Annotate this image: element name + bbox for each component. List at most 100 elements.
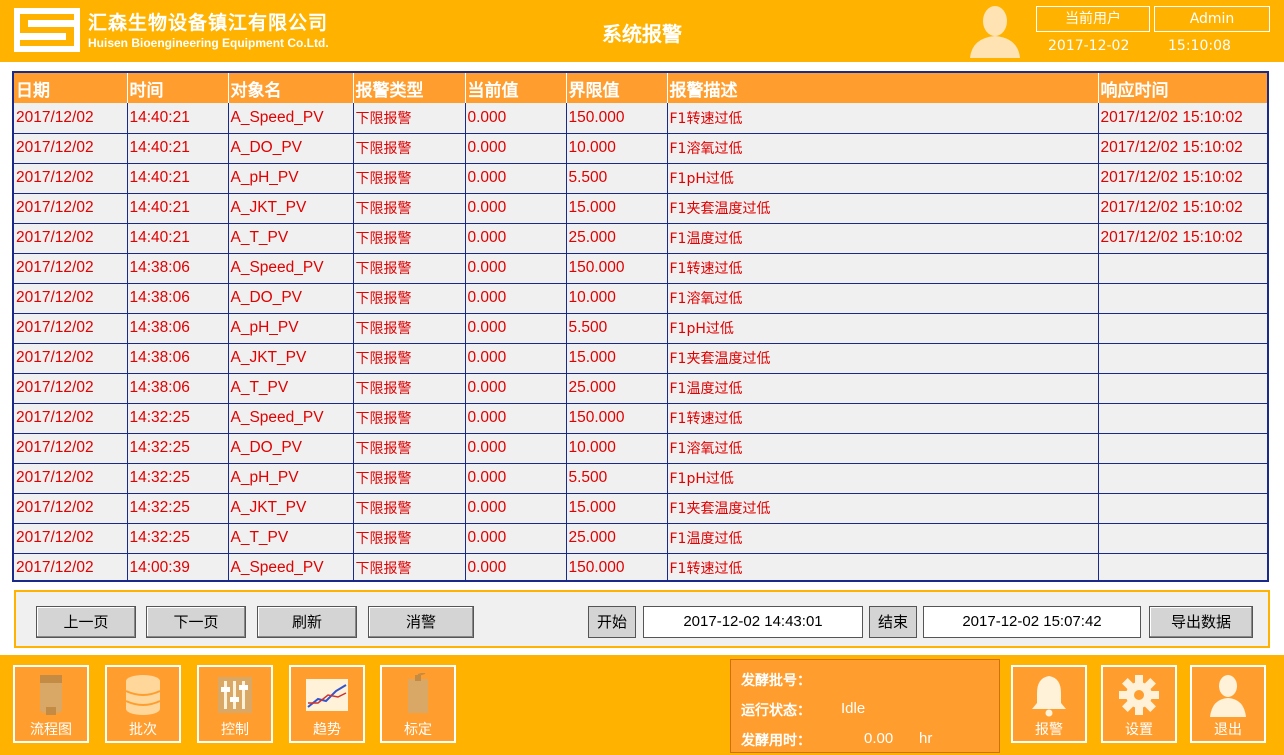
cell-description: F1pH过低 [667, 163, 1099, 194]
table-row[interactable]: 2017/12/02 14:40:21 A_Speed_PV 下限报警 0.000 150… [14, 103, 1267, 134]
end-time-field[interactable]: 2017-12-02 15:07:42 [923, 606, 1141, 638]
alarm-button[interactable]: 报警 [1011, 665, 1087, 743]
cell-limit-value: 25.000 [566, 523, 668, 554]
cell-limit-value: 5.500 [566, 313, 668, 344]
table-row[interactable]: 2017/12/02 14:32:25 A_T_PV 下限报警 0.000 25.000 F… [14, 523, 1267, 554]
cell-limit-value: 10.000 [566, 283, 668, 314]
page-title: 系统报警 [602, 22, 682, 46]
nav-label-batch: 批次 [129, 722, 157, 738]
table-row[interactable]: 2017/12/02 14:40:21 A_T_PV 下限报警 0.000 25.000 F… [14, 223, 1267, 254]
column-header-object[interactable]: 对象名 [228, 73, 354, 103]
cell-description: F1溶氧过低 [667, 283, 1099, 314]
table-row[interactable]: 2017/12/02 14:32:25 A_JKT_PV 下限报警 0.000 15.00… [14, 493, 1267, 524]
cell-alarm-type: 下限报警 [353, 493, 466, 524]
fermentation-time-label: 发酵用时： [741, 733, 811, 749]
footer-bar: 流程图 批次 控制 趋势 标定 发酵批号： 运行状态： Idle 发酵用时： 0… [0, 655, 1284, 755]
cell-alarm-type: 下限报警 [353, 163, 466, 194]
cell-date: 2017/12/02 [14, 523, 128, 554]
user-exit-icon [1210, 675, 1246, 717]
cell-limit-value: 15.000 [566, 343, 668, 374]
cell-description: F1转速过低 [667, 553, 1099, 580]
company-name-cn: 汇森生物设备镇江有限公司 [88, 12, 329, 34]
cell-limit-value: 25.000 [566, 373, 668, 404]
fermentation-time-value: 0.00 [864, 730, 894, 747]
header-date: 2017-12-02 [1048, 38, 1130, 54]
cell-date: 2017/12/02 [14, 373, 128, 404]
cell-current-value: 0.000 [465, 433, 567, 464]
table-header-row: 日期 时间 对象名 报警类型 当前值 界限值 报警描述 响应时间 [14, 73, 1267, 103]
next-page-button[interactable]: 下一页 [146, 606, 246, 638]
run-status-value: Idle [841, 700, 866, 717]
cell-object: A_T_PV [228, 373, 354, 404]
trend-chart-icon [306, 679, 348, 711]
cell-object: A_Speed_PV [228, 403, 354, 434]
cell-object: A_pH_PV [228, 463, 354, 494]
cell-response-time [1098, 313, 1267, 344]
cell-alarm-type: 下限报警 [353, 403, 466, 434]
cell-object: A_pH_PV [228, 163, 354, 194]
cell-object: A_pH_PV [228, 313, 354, 344]
table-row[interactable]: 2017/12/02 14:38:06 A_Speed_PV 下限报警 0.000 150… [14, 253, 1267, 284]
cell-current-value: 0.000 [465, 313, 567, 344]
cell-limit-value: 10.000 [566, 433, 668, 464]
column-header-current-value[interactable]: 当前值 [465, 73, 567, 103]
column-header-date[interactable]: 日期 [14, 73, 128, 103]
cell-description: F1pH过低 [667, 313, 1099, 344]
cell-description: F1夹套温度过低 [667, 493, 1099, 524]
column-header-limit-value[interactable]: 界限值 [566, 73, 668, 103]
cell-response-time: 2017/12/02 15:10:02 [1098, 133, 1267, 164]
nav-button-control[interactable]: 控制 [197, 665, 273, 743]
table-row[interactable]: 2017/12/02 14:00:39 A_Speed_PV 下限报警 0.000 150… [14, 553, 1267, 580]
table-row[interactable]: 2017/12/02 14:32:25 A_DO_PV 下限报警 0.000 10.000… [14, 433, 1267, 464]
fermentation-status-panel: 发酵批号： 运行状态： Idle 发酵用时： 0.00 hr [730, 659, 1000, 753]
table-row[interactable]: 2017/12/02 14:38:06 A_T_PV 下限报警 0.000 25.000 F… [14, 373, 1267, 404]
cell-description: F1夹套温度过低 [667, 193, 1099, 224]
cell-response-time [1098, 373, 1267, 404]
cell-time: 14:40:21 [127, 223, 229, 254]
table-row[interactable]: 2017/12/02 14:38:06 A_DO_PV 下限报警 0.000 10.000… [14, 283, 1267, 314]
cell-current-value: 0.000 [465, 283, 567, 314]
prev-page-button[interactable]: 上一页 [36, 606, 136, 638]
cell-current-value: 0.000 [465, 493, 567, 524]
cell-limit-value: 150.000 [566, 403, 668, 434]
cell-description: F1温度过低 [667, 373, 1099, 404]
nav-button-calibration[interactable]: 标定 [380, 665, 456, 743]
column-header-response-time[interactable]: 响应时间 [1098, 73, 1267, 103]
table-row[interactable]: 2017/12/02 14:40:21 A_DO_PV 下限报警 0.000 10.000… [14, 133, 1267, 164]
table-row[interactable]: 2017/12/02 14:38:06 A_pH_PV 下限报警 0.000 5.500 F… [14, 313, 1267, 344]
exit-button[interactable]: 退出 [1190, 665, 1266, 743]
table-row[interactable]: 2017/12/02 14:32:25 A_Speed_PV 下限报警 0.000 150… [14, 403, 1267, 434]
column-header-time[interactable]: 时间 [127, 73, 229, 103]
cell-object: A_JKT_PV [228, 343, 354, 374]
start-time-field[interactable]: 2017-12-02 14:43:01 [643, 606, 863, 638]
table-row[interactable]: 2017/12/02 14:38:06 A_JKT_PV 下限报警 0.000 15.00… [14, 343, 1267, 374]
settings-button[interactable]: 设置 [1101, 665, 1177, 743]
cell-time: 14:38:06 [127, 253, 229, 284]
nav-button-flowchart[interactable]: 流程图 [13, 665, 89, 743]
nav-button-trend[interactable]: 趋势 [289, 665, 365, 743]
cell-alarm-type: 下限报警 [353, 193, 466, 224]
cell-description: F1转速过低 [667, 253, 1099, 284]
cell-time: 14:38:06 [127, 313, 229, 344]
company-name-en: Huisen Bioengineering Equipment Co.Ltd. [88, 36, 329, 50]
current-user-name: Admin [1154, 6, 1270, 32]
refresh-button[interactable]: 刷新 [257, 606, 357, 638]
cell-current-value: 0.000 [465, 223, 567, 254]
cell-time: 14:32:25 [127, 523, 229, 554]
cell-date: 2017/12/02 [14, 133, 128, 164]
acknowledge-alarm-button[interactable]: 消警 [368, 606, 474, 638]
cell-response-time [1098, 283, 1267, 314]
settings-button-label: 设置 [1125, 722, 1153, 738]
column-header-alarm-type[interactable]: 报警类型 [353, 73, 466, 103]
cell-alarm-type: 下限报警 [353, 343, 466, 374]
cell-alarm-type: 下限报警 [353, 553, 466, 580]
cell-time: 14:40:21 [127, 103, 229, 134]
table-row[interactable]: 2017/12/02 14:32:25 A_pH_PV 下限报警 0.000 5.500 F… [14, 463, 1267, 494]
cell-current-value: 0.000 [465, 193, 567, 224]
column-header-description[interactable]: 报警描述 [667, 73, 1099, 103]
table-row[interactable]: 2017/12/02 14:40:21 A_JKT_PV 下限报警 0.000 15.00… [14, 193, 1267, 224]
export-data-button[interactable]: 导出数据 [1149, 606, 1253, 638]
table-row[interactable]: 2017/12/02 14:40:21 A_pH_PV 下限报警 0.000 5.500 F… [14, 163, 1267, 194]
cell-date: 2017/12/02 [14, 193, 128, 224]
nav-button-batch[interactable]: 批次 [105, 665, 181, 743]
